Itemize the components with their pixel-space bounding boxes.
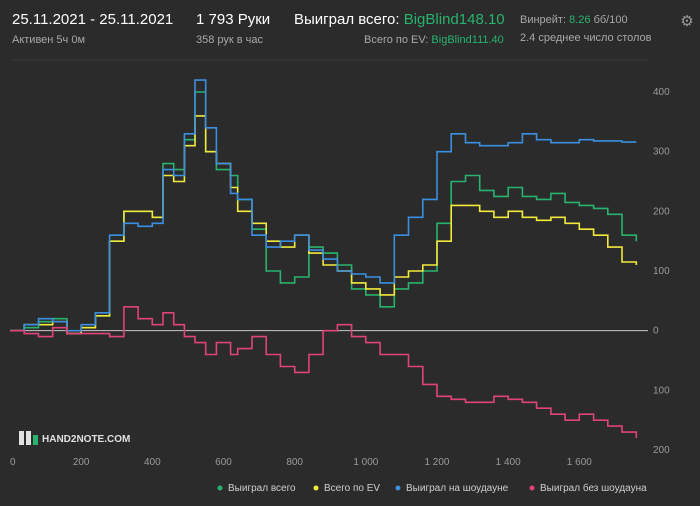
legend-label[interactable]: Выиграл на шоудауне bbox=[406, 483, 509, 494]
x-tick-label: 200 bbox=[73, 457, 90, 468]
x-tick-label: 0 bbox=[10, 457, 16, 468]
y-tick-label: 400 bbox=[653, 87, 670, 98]
series-line-3 bbox=[10, 306, 638, 439]
y-tick-label: 200 bbox=[653, 445, 670, 456]
y-tick-label: 100 bbox=[653, 385, 670, 396]
legend-marker bbox=[313, 485, 319, 491]
x-tick-label: 400 bbox=[144, 457, 161, 468]
y-tick-label: 200 bbox=[653, 206, 670, 217]
x-tick-label: 800 bbox=[286, 457, 303, 468]
y-axis: 400 300 200 100 0 100 200 bbox=[653, 87, 670, 456]
y-tick-label: 300 bbox=[653, 147, 670, 158]
hand2note-logo: HAND2NOTE.COM bbox=[19, 431, 130, 445]
logo-mark bbox=[19, 431, 24, 445]
series-line-0 bbox=[10, 91, 638, 335]
legend-label[interactable]: Выиграл без шоудауна bbox=[540, 482, 647, 494]
x-tick-label: 1 400 bbox=[496, 457, 521, 468]
series-line-2 bbox=[10, 79, 637, 332]
legend-label[interactable]: Выиграл всего bbox=[228, 483, 296, 494]
legend-marker bbox=[395, 485, 401, 491]
x-axis: 0 200 400 600 800 1 000 1 200 1 400 1 600 bbox=[10, 457, 592, 468]
logo-mark-3 bbox=[33, 435, 38, 445]
legend-label[interactable]: Всего по EV bbox=[324, 483, 380, 494]
legend-marker bbox=[529, 485, 535, 491]
series-line-1 bbox=[10, 115, 638, 335]
y-tick-label: 100 bbox=[653, 266, 670, 277]
y-tick-label: 0 bbox=[653, 326, 659, 337]
x-tick-label: 1 200 bbox=[424, 457, 449, 468]
chart: 4003002001000100200 0 200 400 600 800 1 000 1 … bbox=[10, 59, 670, 494]
logo-text: HAND2NOTE.COM bbox=[42, 434, 130, 445]
x-tick-label: 1 600 bbox=[567, 457, 592, 468]
legend-marker bbox=[217, 485, 223, 491]
logo-mark-2 bbox=[26, 431, 31, 445]
x-tick-label: 600 bbox=[215, 457, 232, 468]
legend: Выиграл всего Всего по EV Выиграл на шоуда… bbox=[217, 482, 647, 494]
series-lines bbox=[10, 79, 638, 439]
x-tick-label: 1 000 bbox=[353, 457, 378, 468]
